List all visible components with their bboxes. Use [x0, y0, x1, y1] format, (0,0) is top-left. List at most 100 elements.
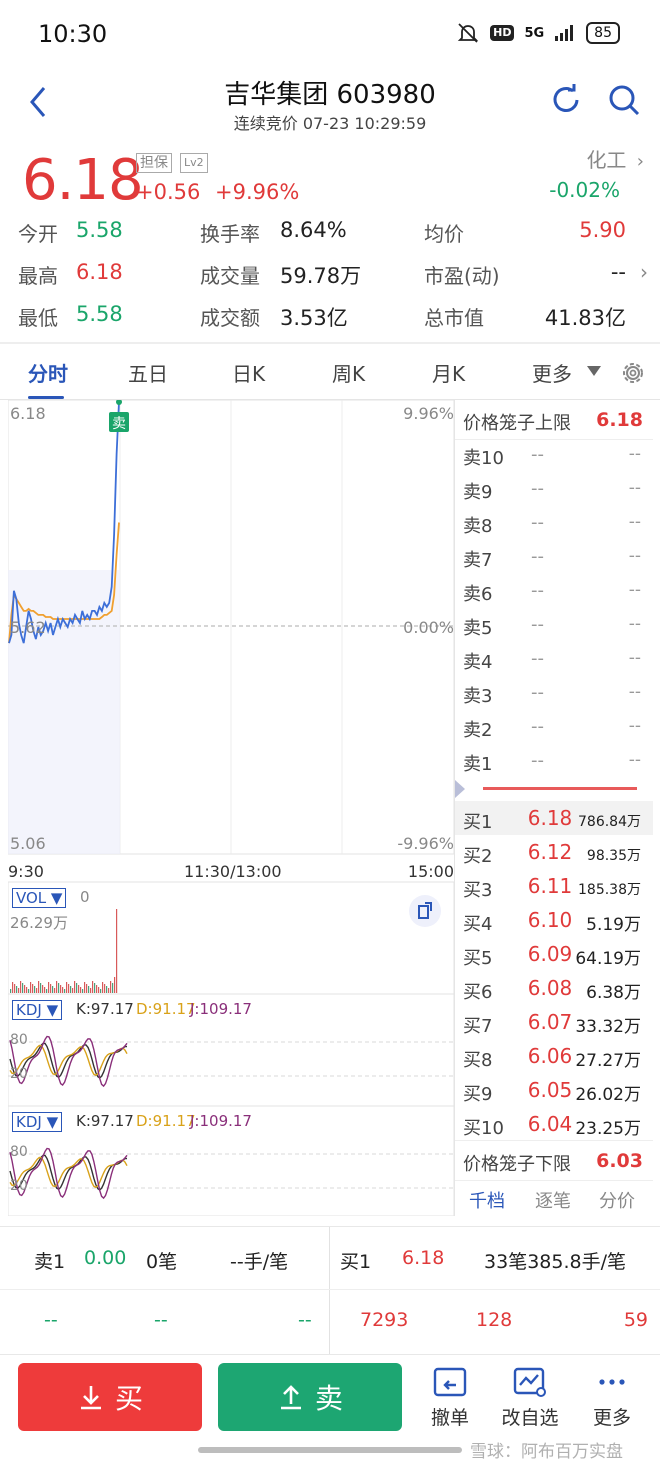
sector-link[interactable]: 化工 ›: [586, 144, 644, 173]
bid-row[interactable]: 买2 6.12 98.35万: [455, 836, 653, 870]
ask-volume: --: [628, 682, 641, 702]
tab-tick-by-tick[interactable]: 逐笔: [535, 1187, 571, 1213]
volume-bar: [26, 987, 28, 993]
order-book-tabs: 千档 逐笔 分价: [455, 1180, 653, 1216]
signal-icon: [555, 25, 574, 41]
x-axis-end: 15:00: [407, 862, 454, 881]
edit-watchlist-button[interactable]: 改自选: [490, 1365, 570, 1430]
bid-volume: 6.38万: [586, 983, 641, 1003]
ask-volume: --: [628, 444, 641, 464]
home-indicator[interactable]: [198, 1447, 462, 1453]
active-tab-indicator: [28, 396, 64, 399]
bid-row[interactable]: 买7 6.07 33.32万: [455, 1006, 653, 1040]
kdj-level-20: 20: [10, 1178, 28, 1194]
chevron-right-icon[interactable]: ›: [640, 260, 648, 284]
bid-label: 买4: [463, 914, 493, 935]
ask-volume: --: [628, 580, 641, 600]
ask-row[interactable]: 卖6 -- --: [455, 574, 653, 608]
expand-icon[interactable]: [408, 894, 442, 928]
tab-thousand-levels[interactable]: 千档: [469, 1187, 505, 1213]
volume-bar: [110, 981, 112, 993]
cancel-order-button[interactable]: 撤单: [410, 1365, 490, 1430]
summary-right-cell: 128: [476, 1309, 513, 1331]
bid-row[interactable]: 买9 6.05 26.02万: [455, 1074, 653, 1108]
ask-price: --: [531, 648, 544, 669]
status-icons: HD 5G 85: [456, 22, 620, 44]
battery-icon: 85: [586, 22, 620, 44]
sell-button[interactable]: 卖: [218, 1363, 402, 1431]
volume-bar: [48, 982, 50, 993]
tab-daily-k[interactable]: 日K: [232, 358, 265, 387]
bid-row[interactable]: 买8 6.06 27.27万: [455, 1040, 653, 1074]
search-icon[interactable]: [604, 80, 644, 120]
trade-summary: 卖1 0.00 0笔 --手/笔 买1 6.18 33笔385.8手/笔 -- …: [0, 1226, 660, 1355]
bid-label: 买9: [463, 1084, 493, 1105]
sector-change: -0.02%: [549, 178, 620, 202]
more-label: 更多: [592, 1407, 631, 1429]
ask-row[interactable]: 卖2 -- --: [455, 710, 653, 744]
volume-bar: [28, 989, 30, 993]
ask-row[interactable]: 卖1 -- --: [455, 744, 653, 778]
status-bar: 10:30 HD 5G 85: [0, 0, 660, 72]
ask-price: --: [531, 716, 544, 737]
shaded-session-area: [8, 570, 120, 854]
intraday-chart[interactable]: 卖: [8, 400, 454, 1216]
bid-row[interactable]: 买6 6.08 6.38万: [455, 972, 653, 1006]
ask-row[interactable]: 卖9 -- --: [455, 472, 653, 506]
intraday-chart-area[interactable]: 卖 6.18 5.62 5.06 9.96% 0.00% -9.96% 9:30…: [8, 400, 454, 1216]
bid-volume: 185.38万: [578, 882, 641, 898]
ask-row[interactable]: 卖8 -- --: [455, 506, 653, 540]
bid-row[interactable]: 买4 6.10 5.19万: [455, 904, 653, 938]
last-price: 6.18: [22, 148, 144, 213]
ask-price: --: [531, 444, 544, 465]
bid-label: 买1: [463, 812, 493, 833]
kdj-indicator-selector[interactable]: KDJ ▼: [12, 1112, 63, 1132]
tab-more[interactable]: 更多: [532, 358, 572, 387]
ask-label: 卖5: [463, 618, 493, 639]
bid-row[interactable]: 买1 6.18 786.84万: [455, 802, 653, 836]
collapse-arrow-icon[interactable]: [455, 780, 465, 798]
buy-button[interactable]: 买: [18, 1363, 202, 1431]
limit-up-label: 价格笼子上限: [463, 413, 571, 434]
volume-bar: [72, 988, 74, 993]
kdj-indicator-selector[interactable]: KDJ ▼: [12, 1000, 63, 1020]
ask-row[interactable]: 卖7 -- --: [455, 540, 653, 574]
kdj-d: D:91.17: [136, 1000, 196, 1018]
bid-row[interactable]: 买5 6.09 64.19万: [455, 938, 653, 972]
pe-label: 市盈(动): [424, 264, 500, 288]
volume-value: 59.78万: [280, 264, 362, 288]
volume-bar: [50, 984, 52, 993]
ask-label: 卖6: [463, 584, 493, 605]
kdj-j: J:109.17: [190, 1112, 252, 1130]
sell-marker-label: 卖: [112, 416, 126, 432]
volume-bar: [98, 987, 100, 993]
volume-bar: [70, 986, 72, 993]
refresh-icon[interactable]: [546, 80, 586, 120]
volume-bar: [86, 984, 88, 993]
more-button[interactable]: 更多: [572, 1365, 652, 1430]
low-value: 5.58: [76, 302, 123, 326]
bid-price: 6.11: [527, 874, 573, 898]
volume-bar: [46, 989, 48, 993]
ask-row[interactable]: 卖5 -- --: [455, 608, 653, 642]
gear-icon[interactable]: [618, 358, 648, 388]
turnover-rate-value: 8.64%: [280, 218, 347, 242]
volume-bar: [78, 985, 80, 993]
tab-price-distribution[interactable]: 分价: [599, 1187, 635, 1213]
bid-row[interactable]: 买3 6.11 185.38万: [455, 870, 653, 904]
ask-row[interactable]: 卖3 -- --: [455, 676, 653, 710]
tab-weekly-k[interactable]: 周K: [332, 358, 365, 387]
stock-header: 吉华集团 603980 连续竞价 07-23 10:29:59: [0, 72, 660, 144]
ask-label: 卖7: [463, 550, 493, 571]
ask-row[interactable]: 卖10 -- --: [455, 438, 653, 472]
tab-five-day[interactable]: 五日: [128, 358, 168, 387]
volume-bar: [104, 984, 106, 993]
volume-bar: [76, 983, 78, 993]
bid-row[interactable]: 买10 6.04 23.25万: [455, 1108, 653, 1142]
volume-bar: [56, 981, 58, 993]
vol-indicator-selector[interactable]: VOL ▼: [12, 888, 67, 908]
tab-monthly-k[interactable]: 月K: [432, 358, 465, 387]
tab-intraday[interactable]: 分时: [28, 358, 68, 387]
ask-row[interactable]: 卖4 -- --: [455, 642, 653, 676]
ask-volume: --: [628, 648, 641, 668]
